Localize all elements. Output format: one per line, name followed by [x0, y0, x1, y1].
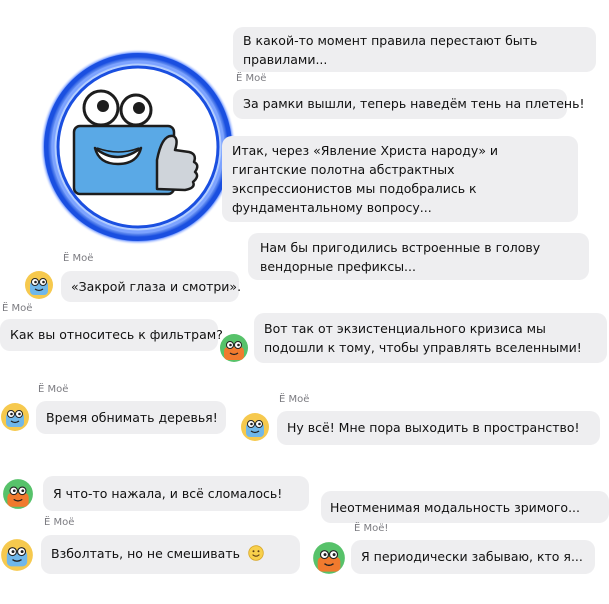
author-name: Ё Моё: [236, 73, 267, 84]
author-name: Ё Моё: [38, 384, 69, 395]
message-text: Ну всё! Мне пора выходить в пространство…: [287, 420, 580, 435]
message-bubble: Неотменимая модальность зримого...: [321, 491, 609, 523]
message-text: Я периодически забываю, кто я...: [361, 549, 583, 564]
message-bubble: В какой-то момент правила перестают быть…: [233, 27, 596, 72]
message-text: экспрессионистов мы подобрались к: [232, 181, 477, 196]
avatar-icon: [25, 271, 53, 299]
mascot-logo-icon: [40, 49, 236, 245]
avatar-icon: [1, 539, 33, 571]
message-text: «Закрой глаза и смотри».: [71, 279, 242, 294]
avatar-icon: [241, 413, 269, 441]
message-bubble: Ну всё! Мне пора выходить в пространство…: [277, 411, 600, 445]
message-text: В какой-то момент правила перестают быть: [243, 33, 538, 48]
message-text: Неотменимая модальность зримого...: [330, 500, 580, 515]
smiley-emoji-icon: [248, 545, 264, 561]
author-name: Ё Моё: [44, 517, 75, 528]
message-bubble: Время обнимать деревья!: [36, 401, 226, 434]
message-bubble: Взболтать, но не смешивать: [41, 535, 300, 574]
message-bubble: Нам бы пригодились встроенные в голову в…: [248, 233, 589, 280]
message-text: Как вы относитесь к фильтрам?: [10, 327, 223, 342]
message-text: За рамки вышли, теперь наведём тень на п…: [243, 96, 585, 111]
message-text: вендорные префиксы...: [260, 259, 416, 274]
author-name: Ё Моё: [279, 394, 310, 405]
message-bubble: За рамки вышли, теперь наведём тень на п…: [233, 89, 585, 119]
message-text: подошли к тому, чтобы управлять вселенны…: [264, 340, 582, 355]
message-text: Взболтать, но не смешивать: [51, 546, 240, 561]
author-name: Ё Моё!: [354, 523, 389, 534]
message-bubble: Я периодически забываю, кто я...: [351, 540, 595, 574]
author-name: Ё Моё: [2, 303, 33, 314]
author-name: Ё Моё: [63, 253, 94, 264]
message-text: Я что-то нажала, и всё сломалось!: [53, 486, 283, 501]
message-bubble: Я что-то нажала, и всё сломалось!: [43, 476, 309, 511]
avatar-icon: [220, 334, 248, 362]
message-bubble: «Закрой глаза и смотри».: [61, 271, 242, 302]
message-text: Итак, через «Явление Христа народу» и: [232, 143, 499, 158]
message-bubble: Итак, через «Явление Христа народу» и ги…: [222, 136, 578, 222]
message-text: Время обнимать деревья!: [46, 410, 218, 425]
message-text: Вот так от экзистенциального кризиса мы: [264, 321, 546, 336]
message-text: Нам бы пригодились встроенные в голову: [260, 240, 541, 255]
avatar-icon: [1, 403, 29, 431]
message-bubble: Вот так от экзистенциального кризиса мы …: [254, 313, 607, 363]
message-text: фундаментальному вопросу...: [232, 200, 432, 215]
message-text: гигантские полотна абстрактных: [232, 162, 455, 177]
avatar-icon: [313, 542, 345, 574]
avatar-icon: [3, 479, 33, 509]
message-bubble: Как вы относитесь к фильтрам?: [0, 319, 223, 351]
message-text: правилами...: [243, 52, 328, 67]
